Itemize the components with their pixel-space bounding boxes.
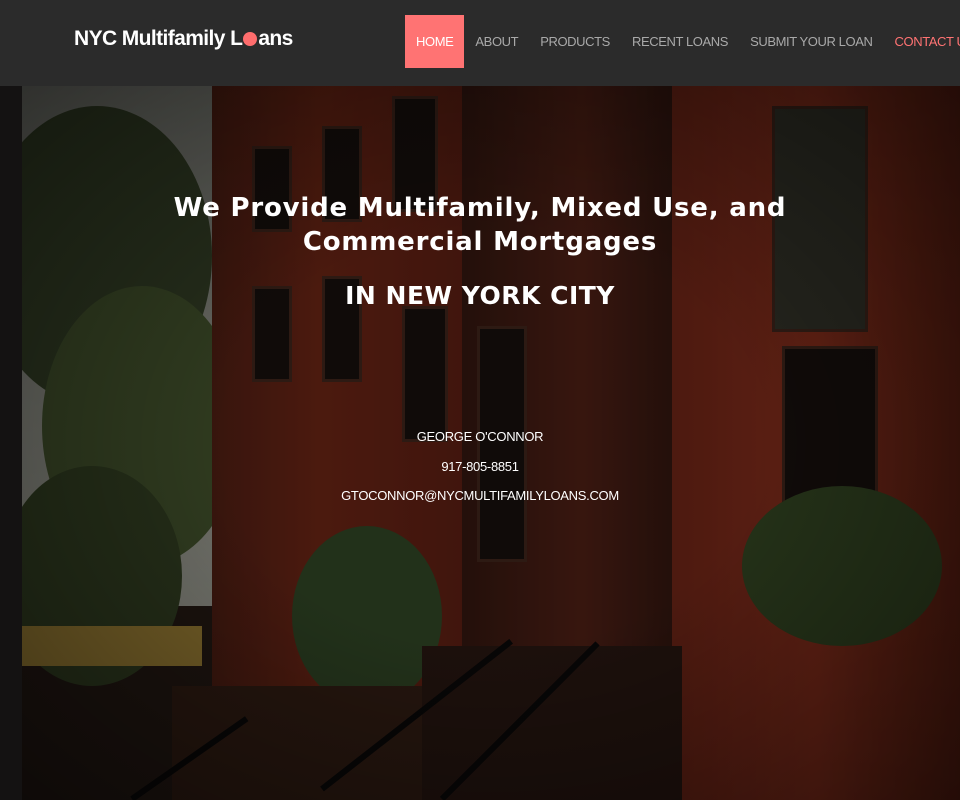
nav-products[interactable]: PRODUCTS [529, 15, 621, 68]
contact-phone-link[interactable]: 917-805-8851 [441, 459, 519, 474]
nav-contact-us[interactable]: CONTACT US [884, 15, 960, 68]
site-logo[interactable]: NYC Multifamily L ans [74, 27, 293, 51]
contact-name: GEORGE O'CONNOR [416, 429, 544, 444]
logo-dot-icon [243, 32, 258, 46]
logo-text-part2: ans [258, 27, 293, 50]
hero-title-line1: We Provide Multifamily, Mixed Use, and [173, 193, 787, 223]
nav-about[interactable]: ABOUT [464, 15, 529, 68]
hero-subtitle: IN NEW YORK CITY [345, 281, 615, 310]
logo-text-part1: NYC Multifamily L [74, 27, 243, 50]
top-navbar: NYC Multifamily L ans HOME ABOUT PRODUCTS… [0, 0, 960, 86]
nav-recent-loans[interactable]: RECENT LOANS [621, 15, 739, 68]
contact-info: GEORGE O'CONNOR 917-805-8851 GTOCONNOR@N… [0, 428, 960, 517]
nav-home[interactable]: HOME [405, 15, 465, 68]
main-nav: HOME ABOUT PRODUCTS RECENT LOANS SUBMIT … [405, 15, 960, 68]
nav-submit-your-loan[interactable]: SUBMIT YOUR LOAN [739, 15, 883, 68]
contact-email-link[interactable]: GTOCONNOR@NYCMULTIFAMILYLOANS.COM [341, 488, 619, 503]
hero-title: We Provide Multifamily, Mixed Use, and C… [0, 191, 960, 259]
hero-title-line2: Commercial Mortgages [302, 227, 658, 257]
